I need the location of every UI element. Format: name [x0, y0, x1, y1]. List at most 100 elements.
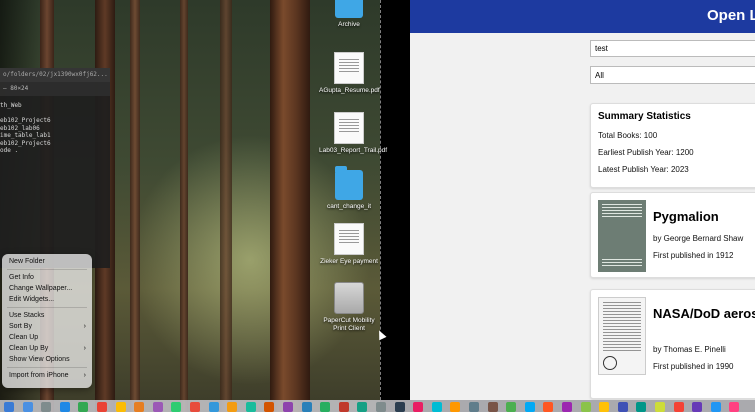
dock-app-icon[interactable]	[580, 402, 591, 412]
book-author: by Thomas E. Pinelli	[653, 345, 726, 354]
menu-item-clean-up-by[interactable]: Clean Up By ›	[2, 343, 92, 354]
desktop-icon[interactable]: cant_change_it	[319, 166, 379, 211]
tree-trunk	[130, 0, 140, 412]
dock-app-icon[interactable]	[673, 402, 684, 412]
book-card[interactable]: NASA/DoD aerospace knowledge diffusion r…	[590, 289, 755, 399]
dock-app-icon[interactable]	[152, 402, 163, 412]
dock-app-icon[interactable]	[264, 402, 275, 412]
dock-app-icon[interactable]	[190, 402, 200, 412]
menu-item-label: Show View Options	[9, 356, 70, 363]
dock-app-icon[interactable]	[413, 402, 424, 412]
menu-item-label: Get Info	[9, 274, 34, 281]
dock-app-icon[interactable]	[283, 402, 293, 412]
dock-app-icon[interactable]	[208, 402, 219, 412]
dock-app-icon[interactable]	[692, 402, 703, 412]
book-publish-year: First published in 1912	[653, 251, 734, 260]
dock-app-icon[interactable]	[41, 402, 52, 412]
pdf-document-icon	[334, 223, 364, 255]
book-title[interactable]: NASA/DoD aerospace knowledge diffusion r…	[653, 307, 755, 321]
menu-item-label: Use Stacks	[9, 312, 45, 319]
menu-separator	[7, 367, 87, 368]
book-author: by George Bernard Shaw	[653, 234, 744, 243]
dock-app-icon[interactable]	[506, 402, 517, 412]
menu-separator	[7, 307, 87, 308]
terminal-line: eb102_lab06	[0, 124, 40, 132]
terminal-window[interactable]: o/folders/02/jx1390wx0fj62... — 80×24 th…	[0, 68, 110, 268]
dock-app-icon[interactable]	[4, 402, 14, 412]
menu-item-use-stacks[interactable]: Use Stacks	[2, 310, 92, 321]
summary-statistics-card: Summary Statistics Total Books: 100 Earl…	[590, 103, 755, 188]
app-title: Open Library	[707, 7, 755, 24]
dock-app-icon[interactable]	[59, 402, 70, 412]
menu-item-sort-by[interactable]: Sort By ›	[2, 321, 92, 332]
terminal-line: ode .	[0, 147, 19, 154]
dock-app-icon[interactable]	[301, 402, 312, 412]
terminal-line: th_Web	[0, 102, 22, 109]
menu-item-import-from-iphone[interactable]: Import from iPhone ›	[2, 370, 92, 381]
dock-app-icon[interactable]	[562, 402, 572, 412]
tree-trunk	[270, 0, 310, 412]
desktop-icon-label: AGupta_Resume.pdf	[319, 87, 380, 94]
dock-app-icon[interactable]	[636, 402, 647, 412]
menu-item-label: Sort By	[9, 323, 32, 330]
dock-app-icon[interactable]	[134, 402, 145, 412]
chevron-right-icon: ›	[83, 372, 86, 379]
dock-app-icon[interactable]	[357, 402, 368, 412]
menu-item-new-folder[interactable]: New Folder	[2, 256, 92, 267]
dock-app-icon[interactable]	[245, 402, 256, 412]
dock-app-icon[interactable]	[450, 402, 461, 412]
pdf-document-icon	[334, 52, 364, 84]
menu-item-show-view-options[interactable]: Show View Options	[2, 354, 92, 365]
dock-app-icon[interactable]	[394, 402, 405, 412]
menu-item-label: Change Wallpaper...	[9, 285, 73, 292]
dock-app-icon[interactable]	[524, 402, 535, 412]
desktop-icon-label: Lab03_Report_Trail.pdf	[319, 147, 388, 154]
menu-item-label: Edit Widgets...	[9, 296, 55, 303]
desktop-icon[interactable]: Archive	[319, 0, 379, 29]
book-title[interactable]: Pygmalion	[653, 210, 719, 224]
dock-app-icon[interactable]	[431, 402, 442, 412]
menu-item-change-wallpaper[interactable]: Change Wallpaper...	[2, 283, 92, 294]
dock-app-icon[interactable]	[227, 402, 238, 412]
dock	[0, 400, 755, 412]
dock-app-icon[interactable]	[599, 402, 610, 412]
dock-app-icon[interactable]	[97, 402, 107, 412]
printer-app-icon	[334, 282, 364, 314]
book-publish-year: First published in 1990	[653, 362, 734, 371]
dock-app-icon[interactable]	[655, 402, 665, 412]
menu-item-clean-up[interactable]: Clean Up	[2, 332, 92, 343]
dock-app-icon[interactable]	[320, 402, 331, 412]
window-edge-guide	[380, 0, 381, 400]
dock-app-icon[interactable]	[78, 402, 89, 412]
chevron-right-icon: ›	[83, 323, 86, 330]
dock-app-icon[interactable]	[115, 402, 126, 412]
dock-app-icon[interactable]	[729, 402, 740, 412]
cover-text-lines	[602, 259, 642, 267]
search-input[interactable]	[590, 40, 755, 57]
dock-app-icon[interactable]	[338, 402, 349, 412]
desktop-icon[interactable]: Zieker Eye payment	[319, 223, 379, 266]
filter-select[interactable]: All	[590, 66, 755, 84]
cover-text-lines	[603, 302, 641, 352]
menu-item-label: Clean Up	[9, 334, 39, 341]
desktop-icon[interactable]: PaperCut Mobility Print Client	[319, 282, 379, 333]
dock-app-icon[interactable]	[710, 402, 721, 412]
dock-app-icon[interactable]	[22, 402, 33, 412]
book-cover	[598, 200, 646, 272]
desktop-icon[interactable]: AGupta_Resume.pdf	[319, 52, 380, 95]
menu-item-get-info[interactable]: Get Info	[2, 272, 92, 283]
desktop-icon-label: PaperCut Mobility Print Client	[323, 317, 375, 332]
menu-item-edit-widgets[interactable]: Edit Widgets...	[2, 294, 92, 305]
book-cover	[598, 297, 646, 375]
desktop-icon-label: cant_change_it	[326, 203, 372, 210]
book-card[interactable]: Pygmalion by George Bernard Shaw First p…	[590, 192, 755, 278]
stat-latest-year: Latest Publish Year: 2023	[598, 165, 689, 174]
dock-app-icon[interactable]	[376, 402, 386, 412]
dock-app-icon[interactable]	[617, 402, 628, 412]
dock-app-icon[interactable]	[543, 402, 554, 412]
dock-app-icon[interactable]	[487, 402, 498, 412]
desktop-icon[interactable]: Lab03_Report_Trail.pdf	[319, 112, 388, 155]
dock-app-icon[interactable]	[171, 402, 182, 412]
dock-app-icon[interactable]	[469, 402, 479, 412]
